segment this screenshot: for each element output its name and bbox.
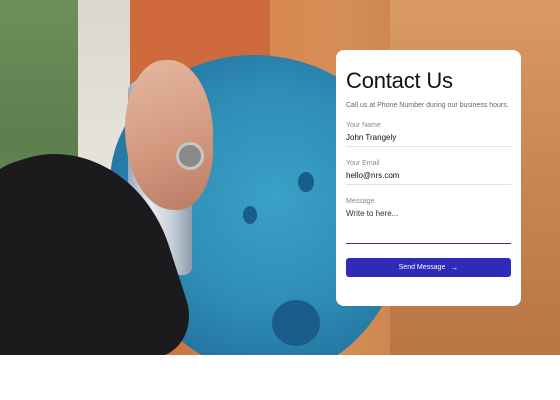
name-label: Your Name [346, 122, 381, 129]
send-button-label: Send Message [398, 264, 446, 271]
graffiti-dot [272, 300, 320, 346]
graffiti-dot [298, 172, 314, 192]
arrow-right-icon: → [450, 262, 459, 272]
email-input[interactable]: hello@nrs.com [346, 171, 511, 185]
graffiti-dot [243, 206, 257, 224]
message-label: Message [346, 198, 375, 205]
ring [176, 142, 204, 170]
message-textarea[interactable]: Write to here... [346, 209, 511, 244]
name-input[interactable]: John Trangely [346, 133, 511, 147]
message-field-group: Message Write to here... [346, 198, 511, 244]
contact-subtitle: Call us at Phone Number during our busin… [346, 102, 509, 109]
contact-card: Contact Us Call us at Phone Number durin… [336, 50, 521, 306]
email-field-group: Your Email hello@nrs.com [346, 160, 511, 185]
contact-title: Contact Us [346, 68, 453, 93]
email-label: Your Email [346, 160, 380, 167]
name-field-group: Your Name John Trangely [346, 122, 511, 147]
send-message-button[interactable]: Send Message → [346, 258, 511, 277]
